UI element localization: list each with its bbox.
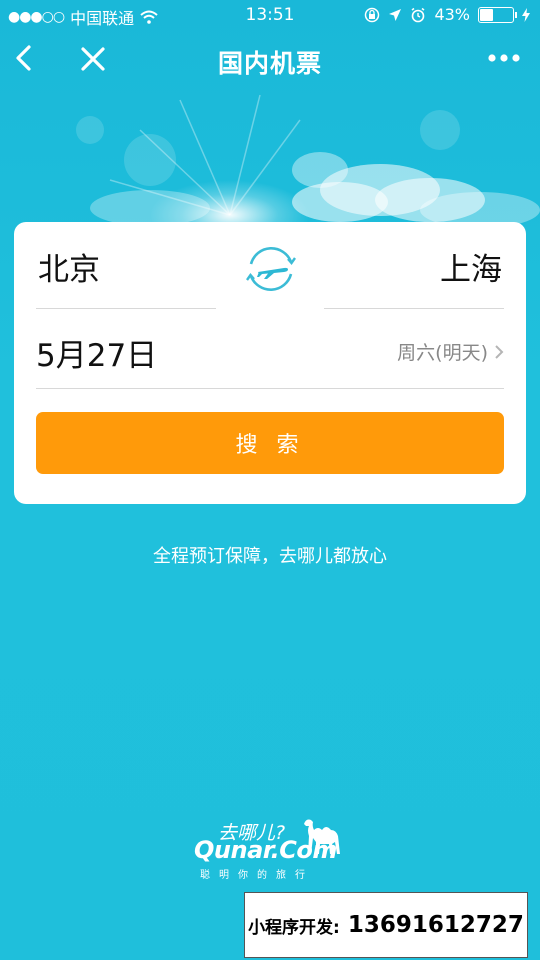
divider	[36, 388, 504, 389]
departure-city[interactable]: 北京	[38, 244, 100, 289]
navigation-bar: 国内机票	[0, 32, 540, 88]
divider	[324, 308, 504, 309]
alarm-icon	[411, 7, 425, 22]
flight-search-card: 北京 上海 5月27日 周六(明天) 搜 索	[14, 222, 526, 504]
more-icon[interactable]	[486, 46, 522, 70]
chevron-right-icon	[495, 344, 504, 359]
page-title: 国内机票	[217, 49, 322, 78]
lock-icon	[365, 7, 380, 22]
watermark-banner: 小程序开发: 13691612727	[244, 892, 528, 958]
location-icon	[389, 8, 402, 21]
status-right: 43%	[364, 5, 530, 24]
camel-icon	[304, 819, 340, 854]
watermark-phone: 13691612727	[347, 912, 524, 938]
status-bar: ●●●○○ 中国联通 13:51 43%	[0, 0, 540, 32]
departure-date[interactable]: 5月27日	[36, 330, 157, 375]
divider	[36, 308, 216, 309]
logo-subtitle: 聪明你的旅行	[200, 870, 314, 881]
weekday-label: 周六(明天)	[397, 342, 488, 364]
charging-icon	[522, 7, 530, 22]
arrival-city[interactable]: 上海	[440, 244, 502, 289]
weekday-selector[interactable]: 周六(明天)	[397, 338, 504, 365]
battery-level	[480, 8, 493, 21]
search-button[interactable]: 搜 索	[36, 412, 504, 474]
watermark-label: 小程序开发:	[248, 917, 340, 938]
battery-percent: 43%	[434, 5, 470, 24]
tagline: 全程预订保障，去哪儿都放心	[153, 546, 387, 567]
qunar-logo: 去哪儿? Qunar.Com 聪明你的旅行	[190, 814, 350, 884]
battery-icon	[478, 6, 517, 23]
swap-plane-icon[interactable]	[244, 242, 298, 296]
